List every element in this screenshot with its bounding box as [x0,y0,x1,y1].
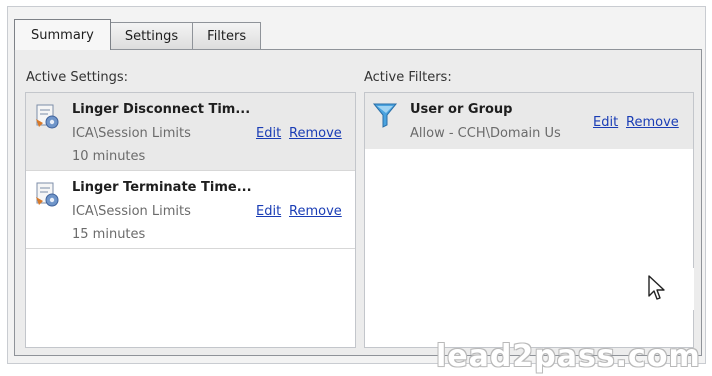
remove-link[interactable]: Remove [289,204,342,219]
funnel-filter-icon [372,103,398,128]
setting-name: Linger Terminate Time... [72,180,252,195]
setting-path: ICA\Session Limits [72,204,191,219]
remove-link[interactable]: Remove [289,126,342,141]
active-settings-list[interactable]: Linger Disconnect Tim... ICA\Session Lim… [25,92,356,348]
policy-setting-icon [36,104,59,129]
edit-link[interactable]: Edit [256,204,281,219]
cursor-area [632,268,694,310]
active-settings-heading: Active Settings: [26,70,129,85]
filter-item-user-or-group[interactable]: User or Group Allow - CCH\Domain Us Edit… [365,93,693,149]
setting-value: 10 minutes [72,149,146,164]
tab-filters[interactable]: Filters [192,22,262,50]
watermark: lead2pass.com [436,339,701,374]
policy-setting-icon [36,182,59,207]
edit-link[interactable]: Edit [256,126,281,141]
setting-name: Linger Disconnect Tim... [72,102,251,117]
setting-item-linger-terminate[interactable]: Linger Terminate Time... ICA\Session Lim… [26,171,355,249]
edit-link[interactable]: Edit [593,115,618,130]
tab-strip: Summary Settings Filters [14,19,262,50]
filter-name: User or Group [410,102,513,117]
setting-value: 15 minutes [72,227,146,242]
blank-area [391,318,691,332]
tab-settings[interactable]: Settings [109,22,194,50]
remove-link[interactable]: Remove [626,115,679,130]
mouse-cursor-icon [648,275,665,300]
filter-detail: Allow - CCH\Domain Us [410,126,561,141]
active-filters-heading: Active Filters: [364,70,452,85]
setting-path: ICA\Session Limits [72,126,191,141]
tab-summary[interactable]: Summary [14,19,111,50]
setting-item-linger-disconnect[interactable]: Linger Disconnect Tim... ICA\Session Lim… [26,93,355,171]
